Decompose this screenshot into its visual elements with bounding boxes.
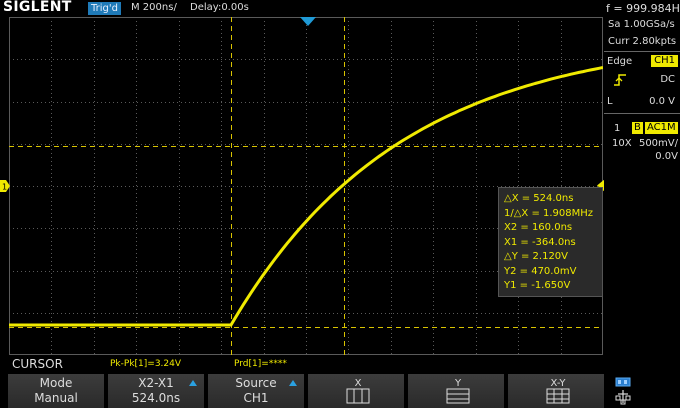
delta-x-value: △X = 524.0ns [504,193,574,204]
xy-label: X-Y [551,378,567,389]
mode-value: Manual [34,391,78,405]
y2-value: Y2 = 470.0mV [504,265,577,277]
delay-readout: Delay:0.00s [190,2,249,13]
memory-depth: Curr 2.80kpts [608,36,677,47]
probe-attenuation: 10X [612,138,632,149]
menu-title: CURSOR [12,357,63,371]
x1-value: X1 = -364.0ns [504,236,576,248]
channel-1-settings[interactable]: 1 B AC1M 10X 500mV/ 0.0V [604,121,680,167]
knob-arrow-icon [189,380,197,386]
cursor-readout-box: △X = 524.0ns 1/△X = 1.908MHz X2 = 160.0n… [498,187,603,297]
trigger-status-badge: Trig'd [88,2,121,15]
trigger-source-badge: CH1 [651,55,678,67]
y-label: Y [454,378,462,389]
waveform-display[interactable] [9,17,603,355]
x2-x1-softkey[interactable]: X2-X1 524.0ns [108,374,206,408]
inverse-delta-x-value: 1/△X = 1.908MHz [504,207,594,219]
connection-status [608,374,680,408]
channel-offset: 0.0V [655,151,678,162]
trigger-coupling: DC [660,74,675,85]
trigger-level-label: L [607,96,613,107]
x-cursor-icon: X [346,378,370,404]
x-label: X [355,378,362,389]
channel-number: 1 [614,123,621,134]
mode-label: Mode [39,376,73,390]
volts-per-div: 500mV/ [638,138,678,149]
graticule [9,17,603,355]
mode-softkey[interactable]: Mode Manual [8,374,106,408]
trigger-position-marker[interactable] [300,17,316,27]
x2-value: X2 = 160.0ns [504,222,573,233]
timebase-readout: M 200ns/ [131,2,177,13]
usb-network-icon [615,377,631,405]
pk-pk-measurement: Pk-Pk[1]=3.24V [110,359,182,369]
delta-y-value: △Y = 2.120V [504,251,569,262]
period-measurement: Prd[1]=**** [234,359,287,369]
softkey-bar: Mode Manual X2-X1 524.0ns Source CH1 X Y… [0,374,680,408]
knob-arrow-icon [289,380,297,386]
sample-rate: Sa 1.00GSa/s [608,19,675,30]
svg-text:1: 1 [2,183,7,192]
source-softkey[interactable]: Source CH1 [208,374,306,408]
y-cursor-softkey[interactable]: Y [408,374,506,408]
brand-logo: SIGLENT [3,0,72,15]
trigger-type: Edge [607,56,633,67]
y-cursor-icon: Y [446,378,470,404]
frequency-counter: f = 999.984Hz [606,2,680,15]
source-value: CH1 [243,391,269,405]
x-cursor-softkey[interactable]: X [308,374,406,408]
channel-1-ground-marker[interactable]: 1 [0,180,10,192]
y1-value: Y1 = -1.650V [504,280,571,291]
rising-edge-icon [614,74,626,86]
bottom-status-bar: CURSOR Pk-Pk[1]=3.24V Prd[1]=**** [0,355,680,374]
xy-cursor-icon: X-Y [546,378,570,404]
top-status-bar: SIGLENT Trig'd M 200ns/ Delay:0.00s [0,0,604,17]
right-info-panel: f = 999.984Hz Sa 1.00GSa/s Curr 2.80kpts… [604,0,680,355]
trigger-level-value: 0.0 V [649,96,675,107]
xy-cursor-softkey[interactable]: X-Y [508,374,606,408]
pair-value: 524.0ns [131,391,181,405]
channel-coupling-badge: AC1M [645,122,678,134]
bandwidth-limit-badge: B [632,122,643,134]
trigger-settings[interactable]: Edge CH1 DC L 0.0 V [604,51,680,114]
